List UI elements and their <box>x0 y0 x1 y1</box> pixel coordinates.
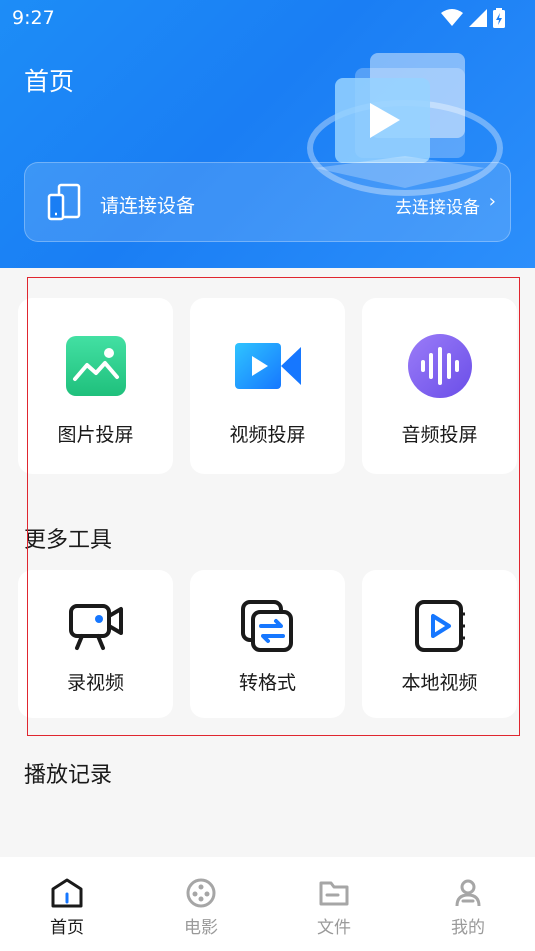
image-cast-label: 图片投屏 <box>57 424 134 446</box>
status-icons <box>441 8 505 28</box>
status-time: 9:27 <box>12 7 55 29</box>
home-icon <box>51 878 83 908</box>
record-camera-icon <box>69 604 123 650</box>
bottom-nav: 首页 电影 文件 我的 <box>0 857 535 951</box>
local-video-icon <box>415 600 465 652</box>
convert-format-tile[interactable]: 转格式 <box>190 570 345 718</box>
local-video-label: 本地视频 <box>401 672 478 694</box>
audio-cast-tile[interactable]: 音频投屏 <box>362 298 517 474</box>
nav-label-profile: 我的 <box>451 918 485 938</box>
go-connect-link[interactable]: 去连接设备 <box>395 193 480 218</box>
nav-item-files[interactable]: 文件 <box>294 877 374 938</box>
nav-item-movies[interactable]: 电影 <box>161 877 241 938</box>
profile-icon <box>455 879 481 907</box>
device-connect-icon <box>47 183 81 221</box>
connect-device-card[interactable]: 请连接设备 去连接设备 › <box>24 162 511 242</box>
page-title: 首页 <box>24 67 75 96</box>
audio-wave-icon <box>408 334 472 398</box>
record-video-label: 录视频 <box>66 672 124 694</box>
folder-icon <box>319 881 349 906</box>
film-reel-icon <box>186 878 216 908</box>
image-cast-tile[interactable]: 图片投屏 <box>18 298 173 474</box>
nav-label-movies: 电影 <box>184 918 218 938</box>
header-banner: 9:27 首页 请连接设备 去连接设备 › <box>0 0 535 268</box>
video-cast-label: 视频投屏 <box>229 424 306 446</box>
play-history-title: 播放记录 <box>24 763 113 788</box>
battery-icon <box>493 8 505 28</box>
video-camera-icon <box>235 343 301 389</box>
nav-label-home: 首页 <box>50 918 84 938</box>
wifi-icon <box>441 9 463 26</box>
nav-item-home[interactable]: 首页 <box>27 877 107 938</box>
local-video-tile[interactable]: 本地视频 <box>362 570 517 718</box>
nav-label-files: 文件 <box>317 918 351 938</box>
status-bar: 9:27 <box>0 0 535 36</box>
chevron-right-icon: › <box>488 191 496 212</box>
video-cast-tile[interactable]: 视频投屏 <box>190 298 345 474</box>
audio-cast-label: 音频投屏 <box>401 424 478 446</box>
nav-item-profile[interactable]: 我的 <box>428 877 508 938</box>
signal-icon <box>469 9 487 27</box>
more-tools-title: 更多工具 <box>24 528 113 553</box>
convert-icon <box>241 600 293 652</box>
record-video-tile[interactable]: 录视频 <box>18 570 173 718</box>
connect-device-label: 请连接设备 <box>100 195 196 217</box>
convert-format-label: 转格式 <box>238 672 296 694</box>
image-icon <box>66 336 126 396</box>
